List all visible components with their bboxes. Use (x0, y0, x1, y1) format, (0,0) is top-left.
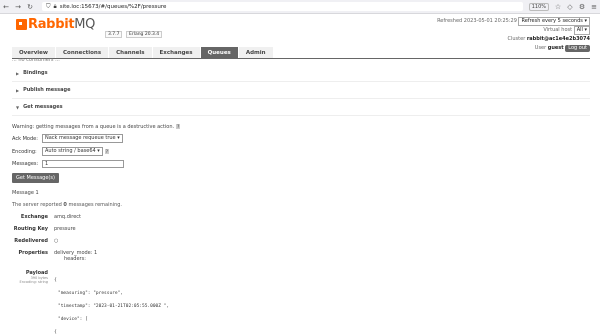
publish-section-toggle[interactable]: ▶ Publish message (12, 82, 590, 99)
bindings-section-toggle[interactable]: ▶ Bindings (12, 65, 590, 82)
browser-toolbar: ← → ↻ ⛉ 🔒︎ site.loc:15673/#/queues/%2F/p… (0, 0, 600, 14)
help-icon[interactable]: ? (176, 124, 181, 129)
help-icon[interactable]: ? (104, 149, 109, 154)
logo-main: Rabbit (28, 17, 75, 32)
triangle-right-icon: ▶ (16, 70, 20, 76)
routing-key-label: Routing Key (13, 226, 48, 232)
exchange-row: Exchange amq.direct (12, 214, 590, 220)
remaining-count: 0 (63, 202, 67, 208)
payload-line: { (54, 278, 57, 283)
get-messages-title: Get messages (23, 104, 63, 110)
encoding-select[interactable]: Auto string / base64 ▾ (42, 147, 103, 156)
payload-line: "measuring": "pressure", (58, 291, 124, 296)
ack-mode-select[interactable]: Nack message requeue true ▾ (42, 134, 123, 143)
exchange-value: amq.direct (54, 214, 81, 220)
ack-mode-label: Ack Mode: (12, 135, 38, 142)
payload-line: "timestamp": "2023-01-21T02:05:55.000Z "… (58, 304, 170, 309)
app-header: RabbitMQ 3.7.7 Erlang 20.3.4 Refreshed 2… (0, 14, 600, 52)
exchange-label: Exchange (20, 214, 48, 220)
address-bar[interactable]: ⛉ 🔒︎ site.loc:15673/#/queues/%2F/pressur… (42, 2, 523, 11)
rabbitmq-logo[interactable]: RabbitMQ (16, 17, 95, 32)
cluster-label: Cluster (507, 36, 526, 42)
refreshed-text: Refreshed 2023-05-01 20:25:29 (437, 18, 517, 24)
triangle-right-icon: ▶ (16, 87, 20, 93)
extensions-icon[interactable]: ⚙ (576, 3, 588, 11)
messages-remaining-info: The server reported 0 messages remaining… (12, 202, 123, 208)
messages-row: Messages: 1 (12, 160, 590, 168)
destructive-warning: Warning: getting messages from a queue i… (12, 124, 181, 130)
erlang-version: Erlang 20.3.4 (126, 31, 163, 38)
encoding-label: Encoding: (12, 148, 37, 155)
payload-row: Payload 390 bytes Encoding: string { "me… (12, 270, 590, 335)
logo-suffix: MQ (74, 17, 96, 32)
virtual-host-select[interactable]: All ▾ (573, 26, 590, 35)
url-text: site.loc:15673/#/queues/%2F/pressure (59, 3, 167, 10)
shield-icon: ⛉ (46, 2, 51, 10)
logout-button[interactable]: Log out (565, 45, 590, 52)
bindings-title: Bindings (23, 70, 48, 76)
reload-icon[interactable]: ↻ (24, 3, 36, 11)
payload-line: { (54, 330, 57, 335)
payload-body: { "measuring": "pressure", "timestamp": … (54, 270, 169, 335)
redelivered-icon: ○ (54, 238, 59, 244)
properties-label: Properties (18, 250, 48, 256)
encoding-row: Encoding: Auto string / base64 ▾ ? (12, 147, 590, 156)
delivery-mode-value: 1 (94, 250, 98, 256)
get-messages-button[interactable]: Get Message(s) (12, 173, 59, 183)
main-content: ... no consumers ... ▶ Bindings ▶ Publis… (12, 58, 590, 335)
message-title: Message 1 (12, 190, 39, 196)
zoom-level[interactable]: 110% (528, 2, 549, 11)
routing-key-value: pressure (54, 226, 76, 232)
virtual-host-label: Virtual host (543, 27, 573, 33)
forward-icon[interactable]: → (12, 3, 24, 11)
redelivered-row: Redelivered ○ (12, 238, 590, 244)
pocket-icon[interactable]: ◇ (564, 3, 576, 11)
consumers-text: ... no consumers ... (12, 57, 60, 63)
headers-label: headers: (64, 256, 86, 262)
star-icon[interactable]: ☆ (552, 3, 564, 11)
routing-key-row: Routing Key pressure (12, 226, 590, 232)
rabbitmq-logo-icon (16, 19, 27, 30)
status-panel: Refreshed 2023-05-01 20:25:29 Refresh ev… (437, 17, 590, 53)
properties-row: Properties delivery_mode: 1 headers: (12, 250, 590, 262)
payload-encoding: Encoding: string (19, 280, 48, 284)
user-name: guest (547, 45, 564, 51)
back-icon[interactable]: ← (0, 3, 12, 11)
ack-mode-row: Ack Mode: Nack message requeue true ▾ (12, 134, 590, 143)
menu-icon[interactable]: ≡ (588, 3, 600, 11)
publish-title: Publish message (23, 87, 71, 93)
lock-icon: 🔒︎ (53, 2, 57, 10)
refresh-select[interactable]: Refresh every 5 seconds ▾ (518, 17, 590, 26)
payload-line: "device": [ (58, 317, 88, 322)
cluster-name: rabbit@ac1e4e2b3074 (526, 36, 590, 42)
rabbitmq-version: 3.7.7 (105, 31, 123, 38)
redelivered-label: Redelivered (14, 238, 48, 244)
messages-label: Messages: (12, 161, 39, 167)
get-messages-section-toggle[interactable]: ▼ Get messages (12, 99, 590, 116)
messages-count-input[interactable]: 1 (42, 160, 124, 168)
triangle-down-icon: ▼ (16, 104, 20, 110)
user-label: User (534, 45, 547, 51)
